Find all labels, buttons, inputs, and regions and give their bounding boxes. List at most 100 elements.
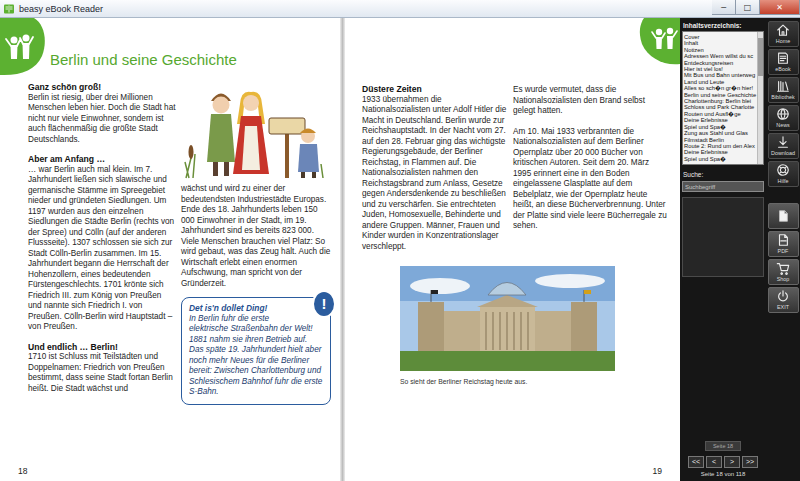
search-label: Suche: (683, 171, 764, 179)
section-heading: Aber am Anfang … (28, 154, 176, 165)
paragraph: … war Berlin auch mal klein. Im 7. Jahrh… (28, 165, 176, 333)
toc-item[interactable]: Deine Erlebnisse (684, 149, 757, 155)
toolbar-button-label: Bibliothek (771, 94, 794, 101)
toolbar-button[interactable]: Download (768, 133, 799, 159)
pdf-icon (776, 233, 790, 247)
toc-item[interactable]: Spiel und Spa� (684, 156, 757, 162)
toc-item[interactable]: Land und Leute (684, 79, 757, 85)
sidebar-spacer (682, 277, 764, 441)
right-page: Düstere Zeiten1933 übernahmen die Nation… (345, 18, 680, 481)
help-icon (776, 163, 790, 177)
toc-item[interactable]: Adressen Wem willst du sc (684, 53, 757, 59)
page-header (345, 18, 680, 66)
toolbar-button-label: News (776, 122, 789, 129)
exclamation-badge: ! (312, 290, 336, 318)
title-bar: beasy eBook Reader −□✕ (0, 0, 800, 18)
toolbar-button-label: Home (776, 38, 790, 45)
power-icon (776, 289, 790, 303)
toc-scrollbar[interactable] (757, 32, 763, 164)
toolbar-button-label: PDF (778, 248, 789, 255)
paragraph: 1710 ist Schluss mit Teilstädten und Dop… (28, 352, 176, 394)
toolbar-button[interactable]: eBook (768, 49, 799, 75)
sidebar-panel: Inhaltsverzeichnis: CoverInhaltNotizenAdr… (680, 18, 766, 481)
page-nav-button[interactable]: < (706, 456, 722, 468)
toolbar-button[interactable]: Home (768, 21, 799, 47)
text-columns: Ganz schön groß!Berlin ist riesig, über … (0, 76, 340, 405)
toc-item[interactable]: Route 2: Rund um den Alex (684, 143, 757, 149)
toolbar-button[interactable]: EXIT (768, 287, 799, 313)
toolbar-button[interactable]: News (768, 105, 799, 131)
text-column: Ganz schön groß!Berlin ist riesig, über … (28, 82, 176, 394)
paragraph: Es wurde vermutet, dass die Nationalsozi… (513, 85, 669, 117)
toolbar-button[interactable]: PDF (768, 231, 799, 257)
toolbar-button-label: Shop (777, 276, 790, 283)
page-footer: 18 (0, 461, 340, 481)
page-input[interactable]: Seite 18 (705, 441, 741, 451)
cart-icon (776, 261, 790, 275)
paragraph: wächst und wird zu einer der bedeutendst… (181, 184, 331, 289)
toc-item[interactable]: Charlottenburg: Berlin blei (684, 98, 757, 104)
toc-item[interactable]: Zung aus Stahl und Glas (684, 130, 757, 136)
toolbar-button-label: Download (771, 150, 795, 157)
toc-item[interactable]: Routen und Ausfl�ge (684, 111, 757, 117)
paragraph: Am 10. Mai 1933 verbrannten die National… (513, 127, 669, 232)
berlin-family-illustration (181, 74, 331, 180)
window-controls: −□✕ (712, 0, 800, 15)
chapter-people-icon (628, 18, 680, 66)
toc-item[interactable]: Cover (684, 34, 757, 40)
toc-item[interactable]: Spiel und Spa� (684, 124, 757, 130)
document-icon (776, 209, 790, 223)
page-nav-button[interactable]: > (724, 456, 740, 468)
page-nav-button[interactable]: >> (742, 456, 758, 468)
ebook-reader-window: beasy eBook Reader −□✕ Berlin und seine Ge… (0, 0, 800, 481)
home-icon (776, 23, 790, 37)
fact-box-title: Det is'n dollet Ding! (189, 303, 324, 314)
toolbar-button-label: Hilfe (778, 178, 789, 185)
toc-item[interactable]: Entdeckungsreisen (684, 60, 757, 66)
text-column: Es wurde vermutet, dass die Nationalsozi… (513, 84, 669, 232)
toc-item[interactable]: Deine Erlebnisse (684, 117, 757, 123)
fact-box: !Det is'n dollet Ding!In Berlin fuhr die… (181, 297, 331, 405)
toc-item[interactable]: Filmstadt Berlin (684, 137, 757, 143)
section-heading: Und endlich … Berlin! (28, 342, 176, 353)
window-control-button[interactable]: − (712, 0, 736, 15)
page-status: Seite 18 von 118 (682, 471, 764, 478)
chapter-people-icon (0, 18, 46, 76)
paragraph: 1933 übernahmen die Nationalsozialisten … (362, 95, 507, 253)
toc-title: Inhaltsverzeichnis: (683, 22, 764, 30)
page-nav-button[interactable]: << (688, 456, 704, 468)
book-spread: Berlin und seine Geschichte Ganz schön gr… (0, 18, 680, 481)
toolbar-button-label: eBook (775, 66, 790, 73)
page-number: 18 (18, 466, 27, 477)
toc-item[interactable]: Mit Bus und Bahn unterweg (684, 72, 757, 78)
app-book-icon (3, 3, 15, 15)
scrollbar-thumb[interactable] (758, 38, 763, 76)
window-control-button[interactable]: □ (736, 0, 760, 15)
paragraph: Berlin ist riesig, über drei Millionen M… (28, 93, 176, 146)
search-input[interactable] (682, 181, 764, 192)
reichstag-photo (400, 266, 615, 371)
toc-item[interactable]: Schloss und Park Charlotte (684, 104, 757, 110)
window-control-button[interactable]: ✕ (760, 0, 800, 15)
page-view-button[interactable] (768, 203, 799, 229)
toolbar-button[interactable]: Hilfe (768, 161, 799, 187)
toc-list: CoverInhaltNotizenAdressen Wem willst du… (683, 32, 757, 164)
sidebar-toolbar: Home eBook Bibliothek News Download Hilfe PDF S… (766, 18, 800, 481)
section-heading: Ganz schön groß! (28, 82, 176, 93)
toolbar-button[interactable]: Bibliothek (768, 77, 799, 103)
toc-item[interactable]: Alles so sch�n gr�n hier! (684, 85, 757, 91)
page-header: Berlin und seine Geschichte (0, 18, 340, 76)
fact-box-text: In Berlin fuhr die erste elektrische Str… (189, 314, 324, 398)
book-icon (776, 51, 790, 65)
text-column: wächst und wird zu einer der bedeutendst… (181, 74, 331, 405)
toc-item[interactable]: Hier ist viel los! (684, 66, 757, 72)
toc-item[interactable]: Notizen (684, 47, 757, 53)
page-navigation: <<<>>> (682, 456, 764, 468)
toc-item[interactable]: Inhalt (684, 40, 757, 46)
toolbar-button[interactable]: Shop (768, 259, 799, 285)
page-title: Berlin und seine Geschichte (50, 51, 237, 69)
toc-item[interactable]: Berlin und seine Geschichte (684, 92, 757, 98)
photo-caption: So sieht der Berliner Reichstag heute au… (400, 378, 680, 386)
left-page: Berlin und seine Geschichte Ganz schön gr… (0, 18, 340, 481)
window-title: beasy eBook Reader (19, 4, 103, 14)
